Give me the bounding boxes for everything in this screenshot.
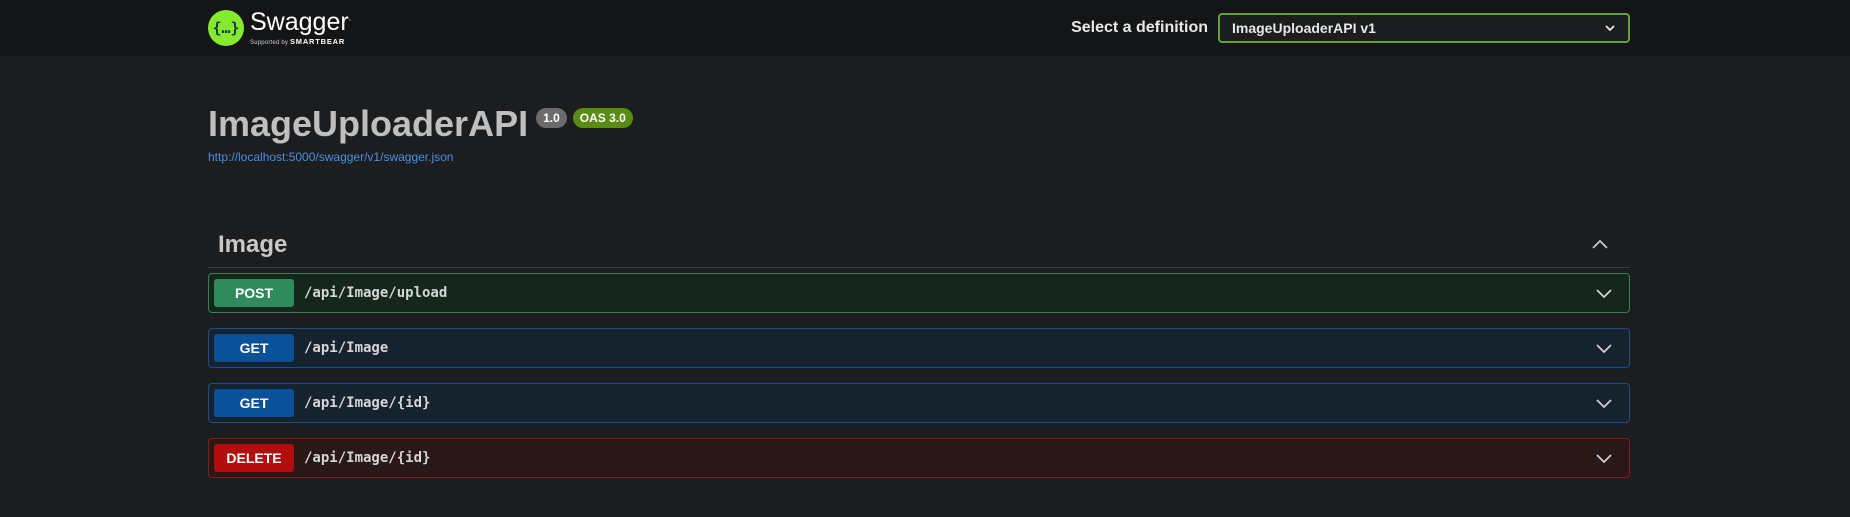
operation-delete-image-by-id[interactable]: DELETE /api/Image/{id} — [208, 438, 1630, 478]
operation-get-images[interactable]: GET /api/Image — [208, 328, 1630, 368]
logo-title: Swagger. — [250, 10, 351, 35]
logo-title-text: Swagger — [250, 8, 349, 36]
method-badge: DELETE — [214, 444, 294, 472]
title-row: ImageUploaderAPI 1.0 OAS 3.0 — [208, 104, 633, 144]
definition-dropdown[interactable]: ImageUploaderAPI v1 — [1218, 13, 1630, 43]
method-badge: GET — [214, 334, 294, 362]
version-badge: 1.0 — [536, 108, 567, 128]
chevron-down-icon[interactable] — [1594, 283, 1614, 303]
operation-post-upload[interactable]: POST /api/Image/upload — [208, 273, 1630, 313]
operation-path: /api/Image/{id} — [304, 450, 431, 466]
oas-badge: OAS 3.0 — [572, 108, 633, 128]
tag-name: Image — [218, 230, 288, 258]
swagger-logo-icon: {…} — [208, 10, 244, 46]
chevron-down-icon[interactable] — [1594, 393, 1614, 413]
api-title: ImageUploaderAPI — [208, 103, 529, 144]
method-badge: POST — [214, 279, 294, 307]
definition-selector: Select a definition ImageUploaderAPI v1 — [1071, 13, 1630, 43]
top-bar-inner: {…} Swagger. Supported by SMARTBEAR Sele… — [208, 0, 1630, 56]
chevron-down-icon[interactable] — [1594, 338, 1614, 358]
tag-section-image: Image POST /api/Image/upload GET /api/Im… — [208, 222, 1630, 478]
chevron-up-icon[interactable] — [1590, 235, 1610, 255]
definition-label: Select a definition — [1071, 19, 1208, 36]
logo-dot: . — [348, 12, 352, 23]
logo-supported-text: Supported by — [250, 40, 289, 46]
chevron-down-icon[interactable] — [1594, 448, 1614, 468]
operation-path: /api/Image/upload — [304, 285, 448, 301]
logo-brand-text: SMARTBEAR — [289, 37, 346, 46]
api-info: ImageUploaderAPI 1.0 OAS 3.0 http://loca… — [208, 104, 633, 164]
method-badge: GET — [214, 389, 294, 417]
tag-header[interactable]: Image — [208, 222, 1630, 268]
operation-get-image-by-id[interactable]: GET /api/Image/{id} — [208, 383, 1630, 423]
definition-value: ImageUploaderAPI v1 — [1232, 20, 1376, 36]
logo-text: Swagger. Supported by SMARTBEAR — [250, 10, 351, 47]
spec-url-link[interactable]: http://localhost:5000/swagger/v1/swagger… — [208, 150, 633, 164]
operation-path: /api/Image/{id} — [304, 395, 431, 411]
swagger-logo[interactable]: {…} Swagger. Supported by SMARTBEAR — [208, 10, 351, 46]
chevron-down-icon — [1605, 25, 1615, 32]
operation-path: /api/Image — [304, 340, 389, 356]
top-bar: {…} Swagger. Supported by SMARTBEAR Sele… — [0, 0, 1850, 56]
logo-subtitle: Supported by SMARTBEAR — [250, 38, 351, 46]
